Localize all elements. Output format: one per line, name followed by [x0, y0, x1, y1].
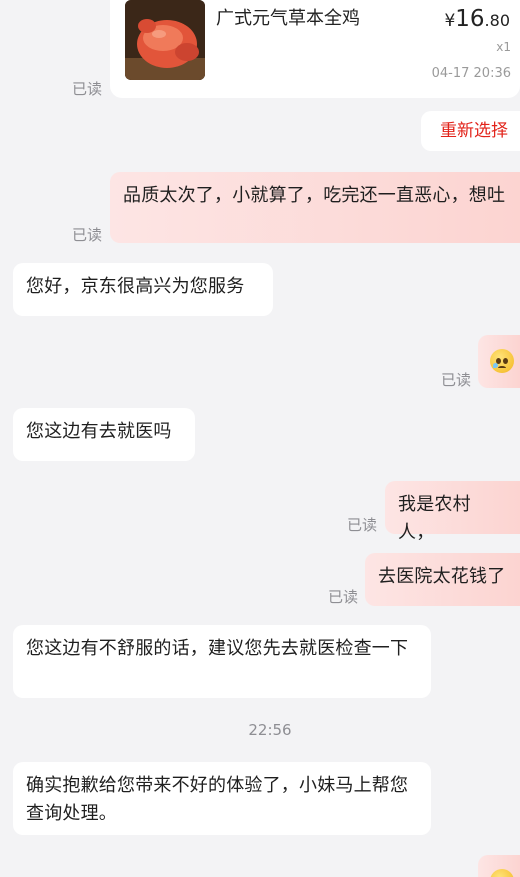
- crying-face-icon: [490, 349, 514, 373]
- product-quantity: x1: [496, 40, 511, 54]
- product-thumbnail[interactable]: [125, 0, 205, 80]
- roast-chicken-image: [125, 0, 205, 80]
- product-price: ¥16.80: [444, 6, 510, 32]
- product-name: 广式元气草本全鸡: [216, 8, 360, 29]
- read-status: 已读: [72, 80, 103, 98]
- price-currency: ¥: [444, 11, 456, 31]
- agent-message-bubble[interactable]: 您这边有去就医吗: [13, 408, 195, 461]
- reselect-button[interactable]: 重新选择: [421, 111, 520, 151]
- user-message-bubble[interactable]: 品质太次了，小就算了，吃完还一直恶心，想吐: [110, 172, 520, 243]
- read-status: 已读: [328, 588, 359, 606]
- user-message-bubble[interactable]: 我是农村人，: [385, 481, 520, 543]
- read-status: 已读: [72, 226, 103, 244]
- read-status: 已读: [441, 371, 472, 389]
- user-message-bubble[interactable]: 去医院太花钱了: [365, 553, 520, 606]
- price-decimal: .80: [484, 11, 510, 30]
- read-status: 已读: [347, 516, 378, 534]
- order-card[interactable]: 广式元气草本全鸡 ¥16.80 x1 04-17 20:36: [110, 0, 520, 98]
- order-time: 04-17 20:36: [431, 66, 511, 81]
- chat-timestamp: 22:56: [248, 721, 292, 739]
- chat-screen: 已读 广式元气草本全鸡 ¥16.80 x1 04-17 20:36 重新选择 已…: [0, 0, 520, 877]
- agent-message-bubble[interactable]: 确实抱歉给您带来不好的体验了，小妹马上帮您查询处理。: [13, 762, 431, 835]
- price-integer: 16: [455, 6, 485, 32]
- agent-message-bubble[interactable]: 您这边有不舒服的话，建议您先去就医检查一下: [13, 625, 431, 698]
- agent-message-bubble[interactable]: 您好，京东很高兴为您服务: [13, 263, 273, 316]
